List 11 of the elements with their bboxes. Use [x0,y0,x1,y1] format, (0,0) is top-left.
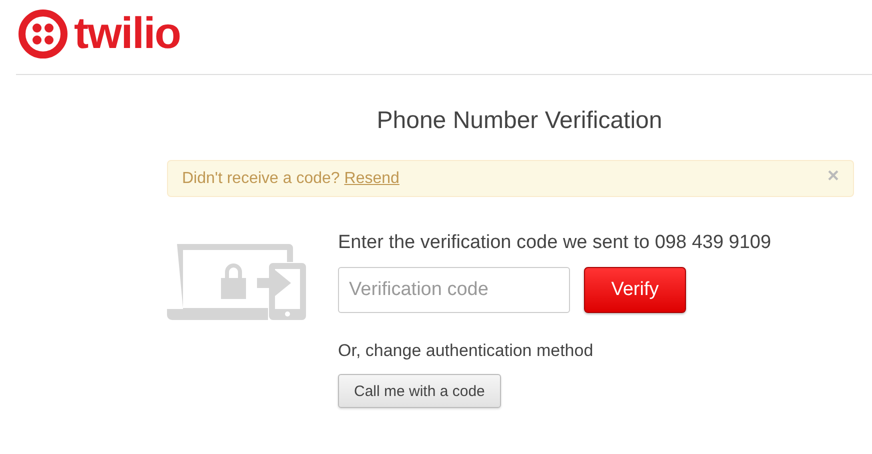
logo-icon [18,9,68,59]
instruction-text: Enter the verification code we sent to 098 439 9109 [338,231,772,255]
alert-message: Didn't receive a code? Resend [182,170,400,188]
logo-wordmark: twilio [74,12,180,56]
alternative-label: Or, change authentication method [338,341,594,361]
laptop-lock-phone-icon [167,244,306,320]
code-input-field[interactable]: Verification code [338,267,570,313]
verify-button[interactable]: Verify [584,267,686,313]
page-title: Phone Number Verification [376,106,664,136]
resend-link[interactable]: Resend [344,170,400,186]
call-button[interactable]: Call me with a code [338,374,501,408]
